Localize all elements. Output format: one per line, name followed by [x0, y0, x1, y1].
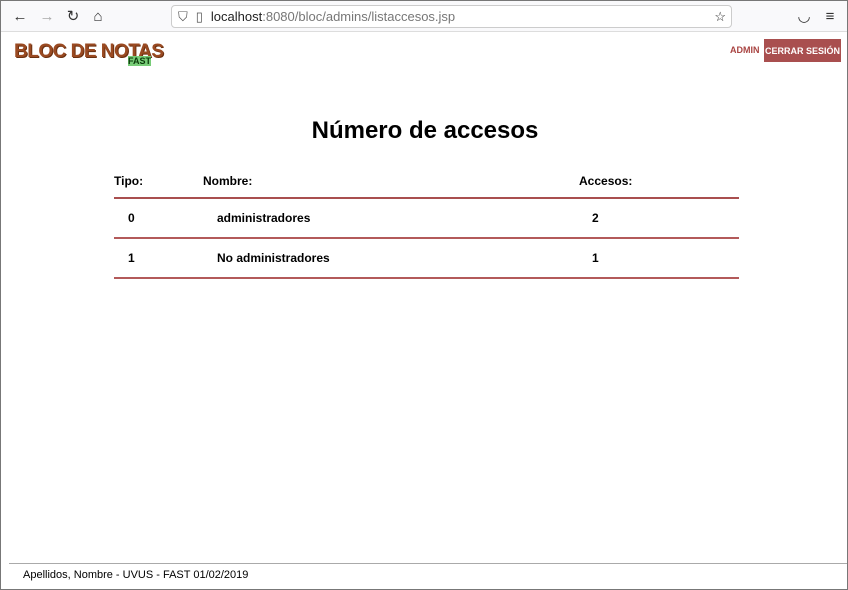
cell-tipo: 0	[128, 211, 135, 225]
forward-icon[interactable]: →	[38, 7, 56, 25]
url-host: localhost	[210, 9, 263, 24]
pocket-icon[interactable]: ◡	[795, 7, 813, 25]
header-nombre: Nombre:	[203, 174, 253, 188]
logout-button[interactable]: CERRAR SESIÓN	[764, 39, 841, 62]
url-path: :8080/bloc/admins/listaccesos.jsp	[262, 9, 456, 24]
address-bar[interactable]: ⛉ ▯ localhost:8080/bloc/admins/listacces…	[171, 5, 732, 28]
footer: Apellidos, Nombre - UVUS - FAST 01/02/20…	[9, 563, 847, 581]
page-title: Número de accesos	[311, 117, 539, 144]
home-icon[interactable]: ⌂	[89, 7, 107, 25]
logo-subtitle: FAST	[128, 56, 152, 66]
reload-icon[interactable]: ↻	[64, 7, 82, 25]
header-tipo: Tipo:	[114, 174, 144, 188]
cell-nombre: No administradores	[217, 251, 330, 265]
bookmark-star-icon[interactable]: ☆	[714, 9, 726, 25]
admin-link[interactable]: ADMIN	[730, 45, 760, 55]
cell-tipo: 1	[128, 251, 135, 265]
back-icon[interactable]: ←	[11, 7, 29, 25]
browser-toolbar: ← → ↻ ⌂ ⛉ ▯ localhost:8080/bloc/admins/l…	[1, 1, 847, 32]
cell-accesos: 1	[592, 251, 599, 265]
access-table: Tipo: Nombre: Accesos: 0 administradores…	[114, 165, 739, 279]
cell-nombre: administradores	[217, 211, 311, 225]
cell-accesos: 2	[592, 211, 599, 225]
shield-icon: ⛉	[178, 8, 188, 24]
header-accesos: Accesos:	[579, 174, 633, 188]
table-header: Tipo: Nombre: Accesos:	[114, 165, 739, 199]
table-row: 0 administradores 2	[114, 199, 739, 239]
menu-icon[interactable]: ≡	[821, 7, 839, 25]
table-row: 1 No administradores 1	[114, 239, 739, 279]
page-icon: ▯	[195, 8, 203, 24]
